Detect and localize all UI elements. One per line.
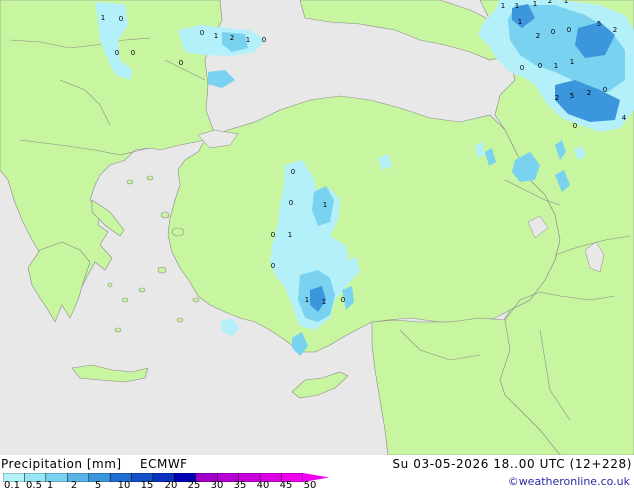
model-name: ECMWF: [140, 457, 188, 471]
precip-value-label: 0: [131, 49, 135, 57]
precip-value-label: 2: [587, 89, 591, 97]
precip-value-label: 0: [262, 36, 266, 44]
map-footer: Precipitation [mm] ECMWF Su 03-05-2026 1…: [0, 455, 634, 491]
precip-value-label: 0: [115, 49, 119, 57]
precip-value-label: 1: [214, 32, 218, 40]
precip-value-label: 1: [305, 296, 309, 304]
precip-value-label: 1: [515, 2, 519, 10]
legend-tick-label: 35: [233, 480, 247, 491]
precip-value-label: 0: [341, 296, 345, 304]
precip-value-label: 0: [551, 28, 555, 36]
credit-text: ©weatheronline.co.uk: [507, 475, 630, 488]
legend-tick-label: 1: [46, 480, 54, 491]
precip-value-label: 1: [501, 2, 505, 10]
precip-value-label: 1: [101, 14, 105, 22]
precip-value-label: 2: [613, 26, 617, 34]
legend-tick-label: 5: [94, 480, 102, 491]
valid-time: Su 03-05-2026 18..00 UTC (12+228): [392, 457, 632, 471]
precip-value-label: 2: [555, 94, 559, 102]
map-title: Precipitation [mm]: [1, 457, 122, 471]
legend-tick-label: 45: [279, 480, 293, 491]
precip-value-label: 1: [564, 0, 568, 5]
precip-value-label: 1: [288, 231, 292, 239]
precip-value-label: 1: [533, 0, 537, 8]
legend-tick-label: 2: [70, 480, 78, 491]
precipitation-map: 1 0 0 0 0 0 1 2 1 0 1 1 1 2 1 1 2 0 0 5 2 0 0 1 1 2 5 2 0 0 4 0 0 1 0 1 0 1 1 0: [0, 0, 634, 455]
precip-value-label: 0: [271, 262, 275, 270]
precip-value-label: 2: [536, 32, 540, 40]
legend-tick-label: 0.1: [4, 480, 20, 491]
legend-tick-label: 40: [256, 480, 270, 491]
precip-value-label: 0: [179, 59, 183, 67]
legend-tick-label: 10: [117, 480, 131, 491]
precip-value-label: 2: [548, 0, 552, 5]
precip-value-label: 1: [518, 18, 522, 26]
precip-value-label: 0: [567, 26, 571, 34]
precip-value-label: 0: [538, 62, 542, 70]
precip-value-label: 1: [554, 62, 558, 70]
precip-value-label: 1: [323, 201, 327, 209]
precip-value-label: 0: [271, 231, 275, 239]
precip-value-label: 0: [200, 29, 204, 37]
weather-map-page: 1000001210111211200520011252004001010110…: [0, 0, 634, 491]
precip-value-label: 0: [119, 15, 123, 23]
precip-value-label: 0: [573, 122, 577, 130]
precip-value-label: 0: [291, 168, 295, 176]
precip-value-label: 1: [246, 36, 250, 44]
precip-value-label: 0: [603, 86, 607, 94]
precip-value-label: 4: [622, 114, 627, 122]
precip-value-label: 1: [570, 58, 574, 66]
legend-tick-label: 30: [210, 480, 224, 491]
legend-tick-label: 50: [303, 480, 317, 491]
legend-tick-label: 0.5: [26, 480, 42, 491]
precip-value-label: 2: [230, 34, 234, 42]
precip-value-label: 5: [570, 92, 574, 100]
legend-tick-label: 15: [140, 480, 154, 491]
precip-value-label: 1: [322, 298, 326, 306]
legend-tick-label: 25: [187, 480, 201, 491]
precip-value-label: 0: [520, 64, 524, 72]
precip-value-label: 0: [289, 199, 293, 207]
legend-tick-label: 20: [164, 480, 178, 491]
precip-value-label: 5: [597, 20, 601, 28]
